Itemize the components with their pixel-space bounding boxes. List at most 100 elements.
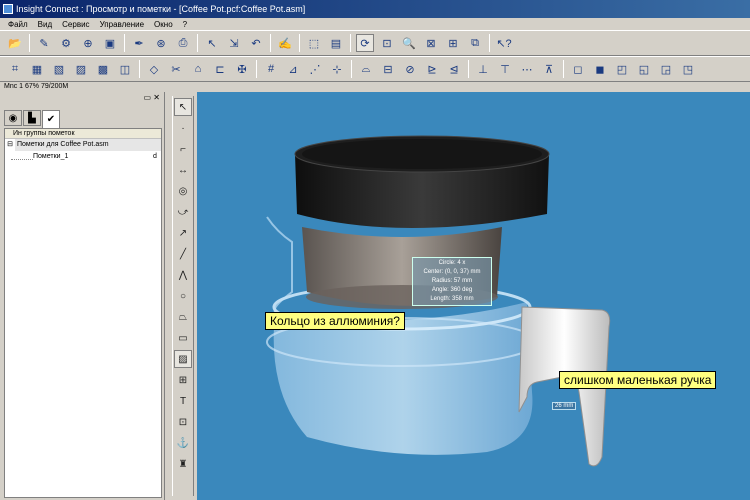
menu-file[interactable]: Файл xyxy=(3,20,33,29)
open-icon[interactable]: 📂 xyxy=(6,34,24,52)
point-icon[interactable]: · xyxy=(174,119,192,137)
tool-f5-icon[interactable]: ◲ xyxy=(657,60,675,78)
panel-minimize-icon[interactable]: ▭ xyxy=(144,93,152,102)
save-icon[interactable]: ▣ xyxy=(101,34,119,52)
tool-f6-icon[interactable]: ◳ xyxy=(679,60,697,78)
measure-angle: Angle: 360 deg xyxy=(431,287,473,293)
anchor-icon[interactable]: ⚓ xyxy=(174,434,192,452)
tool-b5-icon[interactable]: ✠ xyxy=(233,60,251,78)
tool-c2-icon[interactable]: ⊿ xyxy=(284,60,302,78)
menu-window[interactable]: Окно xyxy=(149,20,178,29)
panel-header: ▭ ✕ xyxy=(0,92,164,102)
tool-box-icon[interactable]: ⬚ xyxy=(305,34,323,52)
tab-layers-icon[interactable]: ▙ xyxy=(23,110,41,126)
print-icon[interactable]: ⎙ xyxy=(174,34,192,52)
menu-help[interactable]: ? xyxy=(178,20,192,29)
circle-measure-info[interactable]: Circle: 4 x Center: (0, 0, 37) mm Radius… xyxy=(412,257,492,306)
polyline-icon[interactable]: ⋀ xyxy=(174,266,192,284)
tool-a2-icon[interactable]: ▦ xyxy=(28,60,46,78)
tool-inspect-icon[interactable]: ⚙ xyxy=(57,34,75,52)
toolbar-separator xyxy=(489,34,490,52)
tool-e3-icon[interactable]: ⋯ xyxy=(518,60,536,78)
text-icon[interactable]: T xyxy=(174,392,192,410)
zoom-window-icon[interactable]: ⊡ xyxy=(378,34,396,52)
tool-c4-icon[interactable]: ⊹ xyxy=(328,60,346,78)
dimension-label[interactable]: 26 mm xyxy=(552,402,577,410)
zoom-fit-icon[interactable]: ⊠ xyxy=(422,34,440,52)
tool-grid-icon[interactable]: # xyxy=(262,60,280,78)
leader-icon[interactable]: ⌐ xyxy=(174,140,192,158)
dimension-icon[interactable]: ↔ xyxy=(174,161,192,179)
tool-d1-icon[interactable]: ⌓ xyxy=(357,60,375,78)
tool-c3-icon[interactable]: ⋰ xyxy=(306,60,324,78)
tool-pen-icon[interactable]: ✒ xyxy=(130,34,148,52)
stamp-icon[interactable]: ♜ xyxy=(174,455,192,473)
arrow-icon[interactable]: ↗ xyxy=(174,224,192,242)
note-handle-size[interactable]: слишком маленькая ручка xyxy=(559,371,717,389)
select-pointer-icon[interactable]: ↖ xyxy=(174,98,192,116)
tool-undo-icon[interactable]: ↶ xyxy=(247,34,265,52)
title-bar: Insight Connect : Просмотр и пометки - [… xyxy=(0,0,750,18)
tool-d2-icon[interactable]: ⊟ xyxy=(379,60,397,78)
tool-b2-icon[interactable]: ✂ xyxy=(167,60,185,78)
menu-manage[interactable]: Управление xyxy=(95,20,149,29)
tool-d4-icon[interactable]: ⊵ xyxy=(423,60,441,78)
tool-pointer-icon[interactable]: ↖ xyxy=(203,34,221,52)
line-icon[interactable]: ╱ xyxy=(174,245,192,263)
tool-e4-icon[interactable]: ⊼ xyxy=(540,60,558,78)
tree-expander-icon[interactable]: ⊟ xyxy=(5,139,15,151)
book-icon[interactable]: ⊞ xyxy=(174,371,192,389)
tree-item-label: Пометки_1 xyxy=(33,153,69,160)
tool-b4-icon[interactable]: ⊏ xyxy=(211,60,229,78)
view-select-icon[interactable]: ⧉ xyxy=(466,34,484,52)
tool-e2-icon[interactable]: ⊤ xyxy=(496,60,514,78)
toolbar-separator xyxy=(468,60,469,78)
tool-d3-icon[interactable]: ⊘ xyxy=(401,60,419,78)
tool-globe-icon[interactable]: ⊛ xyxy=(152,34,170,52)
polygon-icon[interactable]: ⏢ xyxy=(174,308,192,326)
tool-f4-icon[interactable]: ◱ xyxy=(635,60,653,78)
tab-structure-icon[interactable]: ◉ xyxy=(4,110,22,126)
tool-a5-icon[interactable]: ▩ xyxy=(94,60,112,78)
toolbar-separator xyxy=(563,60,564,78)
tool-layer-icon[interactable]: ▤ xyxy=(327,34,345,52)
panel-close-icon[interactable]: ✕ xyxy=(153,93,160,102)
tool-network-icon[interactable]: ⊕ xyxy=(79,34,97,52)
tool-f1-icon[interactable]: ◻ xyxy=(569,60,587,78)
3d-viewport[interactable]: Кольцо из аллюминия? слишком маленькая р… xyxy=(197,92,750,500)
rotate-icon[interactable]: ⟳ xyxy=(356,34,374,52)
zoom-icon[interactable]: 🔍 xyxy=(400,34,418,52)
tab-markup-icon[interactable]: ✔ xyxy=(42,110,60,128)
circle-target-icon[interactable]: ◎ xyxy=(174,182,192,200)
tool-f2-icon[interactable]: ◼ xyxy=(591,60,609,78)
tool-measure-icon[interactable]: ⇲ xyxy=(225,34,243,52)
toolbar-separator xyxy=(256,60,257,78)
tool-d5-icon[interactable]: ⊴ xyxy=(445,60,463,78)
tool-a4-icon[interactable]: ▨ xyxy=(72,60,90,78)
ellipse-icon[interactable]: ○ xyxy=(174,287,192,305)
rectangle-icon[interactable]: ▭ xyxy=(174,329,192,347)
tool-a1-icon[interactable]: ⌗ xyxy=(6,60,24,78)
tool-a3-icon[interactable]: ▧ xyxy=(50,60,68,78)
toolbar-separator xyxy=(351,60,352,78)
sketch-icon[interactable]: ⤻ xyxy=(174,203,192,221)
tool-b1-icon[interactable]: ◇ xyxy=(145,60,163,78)
tool-note-icon[interactable]: ✍ xyxy=(276,34,294,52)
note-ring-material[interactable]: Кольцо из аллюминия? xyxy=(265,312,405,330)
window-title: Insight Connect : Просмотр и пометки - [… xyxy=(16,4,306,14)
tool-e1-icon[interactable]: ⊥ xyxy=(474,60,492,78)
filled-rect-icon[interactable]: ▨ xyxy=(174,350,192,368)
tree-connector xyxy=(11,154,33,160)
tool-edit-icon[interactable]: ✎ xyxy=(35,34,53,52)
tool-f3-icon[interactable]: ◰ xyxy=(613,60,631,78)
help-icon[interactable]: ↖? xyxy=(495,34,513,52)
pan-icon[interactable]: ⊞ xyxy=(444,34,462,52)
tool-a6-icon[interactable]: ◫ xyxy=(116,60,134,78)
tree-row[interactable]: ⊟ Пометки для Coffee Pot.asm xyxy=(5,139,161,151)
menu-view[interactable]: Вид xyxy=(33,20,57,29)
measure-center: Center: (0, 0, 37) mm xyxy=(423,269,481,275)
tool-b3-icon[interactable]: ⌂ xyxy=(189,60,207,78)
tree-row[interactable]: Пометки_1 d xyxy=(5,151,161,163)
textbox-icon[interactable]: ⊡ xyxy=(174,413,192,431)
menu-service[interactable]: Сервис xyxy=(57,20,94,29)
